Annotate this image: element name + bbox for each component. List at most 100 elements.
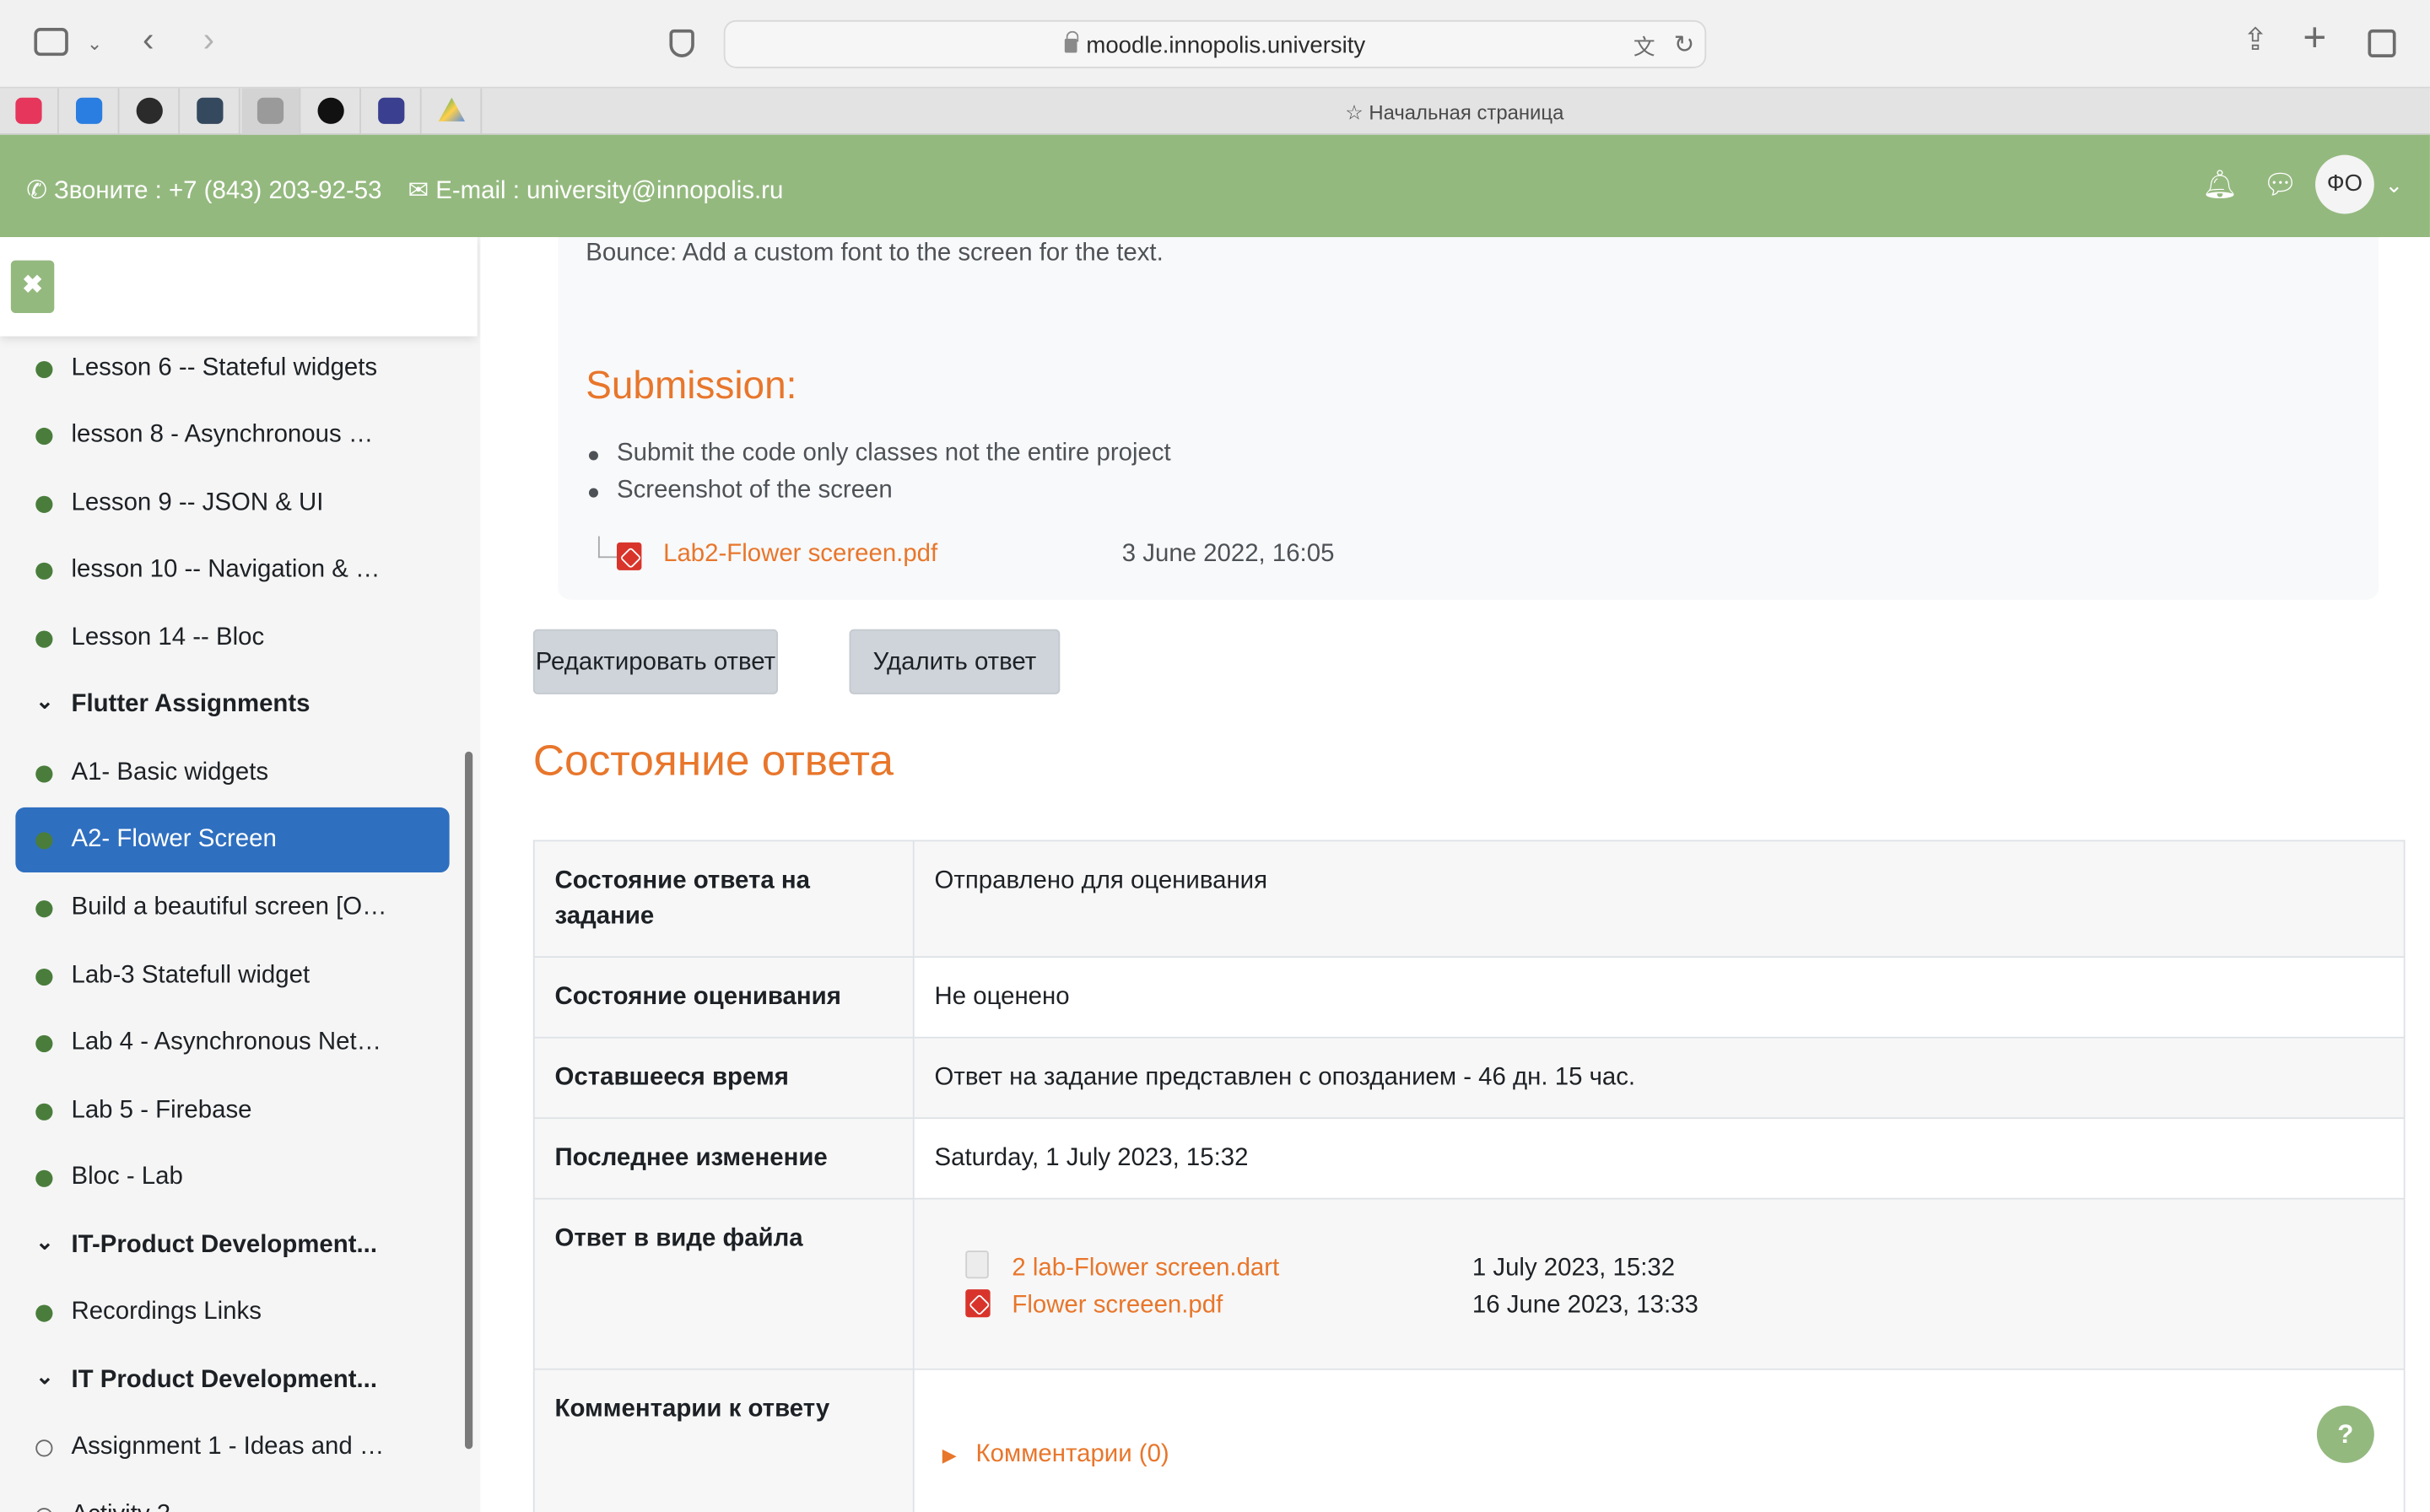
phone-text: Звоните : +7 (843) 203-92-53 xyxy=(54,178,382,205)
submitted-file-link[interactable]: 2 lab-Flower screen.dart xyxy=(1012,1250,1279,1286)
comments-toggle[interactable]: ▶ Комментарии (0) xyxy=(942,1437,1169,1474)
row-value: Ответ на задание представлен с опоздание… xyxy=(912,1036,2406,1120)
tree-connector xyxy=(597,536,618,559)
submission-status-table: Состояние ответа на задание Отправлено д… xyxy=(532,840,2406,1512)
sidebar-item-label: Lab 5 - Firebase xyxy=(71,1097,252,1124)
tab-title: Начальная страница xyxy=(1369,100,1564,124)
sidebar-item-a2[interactable]: A2- Flower Screen xyxy=(15,807,450,873)
sidebar-item-lab-5[interactable]: Lab 5 - Firebase xyxy=(15,1078,449,1143)
table-row: Последнее изменение Saturday, 1 July 202… xyxy=(532,1117,2406,1200)
sidebar-item-label: Assignment 1 - Ideas and … xyxy=(71,1433,385,1461)
help-button[interactable]: ? xyxy=(2316,1405,2374,1463)
remove-submission-button[interactable]: Удалить ответ xyxy=(849,629,1061,694)
site-header: ✆ Звоните : +7 (843) 203-92-53 ✉ E-mail … xyxy=(0,134,2430,238)
forward-icon[interactable]: › xyxy=(203,23,214,57)
sidebar-toggle-icon[interactable] xyxy=(34,28,68,57)
sidebar-item-lesson-9[interactable]: Lesson 9 -- JSON & UI xyxy=(15,471,449,536)
submitted-file-link[interactable]: Flower screeen.pdf xyxy=(1012,1288,1223,1323)
back-icon[interactable]: ‹ xyxy=(143,23,154,57)
submitted-file-date: 16 June 2023, 13:33 xyxy=(1472,1292,1698,1320)
message-icon[interactable]: 💬︎ xyxy=(2263,169,2298,202)
table-row: Ответ в виде файла 2 lab-Flower screen.d… xyxy=(532,1197,2406,1370)
sidebar-item-label: lesson 10 -- Navigation & … xyxy=(71,556,381,583)
translate-icon[interactable]: 文 xyxy=(1634,31,1655,62)
sidebar-item-lesson-10[interactable]: lesson 10 -- Navigation & … xyxy=(15,537,449,602)
sidebar-section-it-product-2[interactable]: ⌄ IT Product Development... xyxy=(15,1348,449,1413)
reload-icon[interactable]: ↻ xyxy=(1674,31,1695,62)
share-icon[interactable]: ⇪ xyxy=(2243,24,2269,56)
pdf-icon xyxy=(617,542,642,570)
address-bar[interactable]: moodle.innopolis.university 文 ↻ xyxy=(723,19,1707,68)
privacy-shield-icon[interactable] xyxy=(669,29,694,57)
close-drawer-button[interactable]: ✖ xyxy=(10,260,55,314)
sidebar-item-lab-3[interactable]: Lab-3 Statefull widget xyxy=(15,944,449,1009)
tab-overview-icon[interactable] xyxy=(2368,29,2396,57)
sidebar-section-flutter-assignments[interactable]: ⌄ Flutter Assignments xyxy=(15,672,449,737)
sidebar-item-assignment-1[interactable]: Assignment 1 - Ideas and … xyxy=(15,1415,449,1480)
chevron-down-icon: ⌄ xyxy=(35,1228,54,1254)
envelope-icon: ✉ xyxy=(408,178,429,205)
table-row: Состояние оценивания Не оценено xyxy=(532,956,2406,1039)
sidebar-item-label: Build a beautiful screen [O… xyxy=(71,894,387,921)
sidebar-item-a1[interactable]: A1- Basic widgets xyxy=(15,741,449,806)
new-tab-icon[interactable]: + xyxy=(2303,17,2326,57)
sidebar-item-label: Activity 2 xyxy=(71,1502,170,1512)
edit-submission-button[interactable]: Редактировать ответ xyxy=(532,629,779,694)
sidebar-item-recordings[interactable]: Recordings Links xyxy=(15,1280,449,1345)
chevron-down-icon[interactable]: ⌄ xyxy=(2385,172,2404,198)
row-value: Отправлено для оценивания xyxy=(912,840,2406,958)
attachment-link[interactable]: Lab2-Flower scereen.pdf xyxy=(663,541,937,569)
moodle-icon xyxy=(256,97,284,124)
comments-link[interactable]: Комментарии (0) xyxy=(976,1441,1169,1467)
row-value: 2 lab-Flower screen.dart 1 July 2023, 15… xyxy=(912,1197,2406,1370)
sidebar-item-lesson-6[interactable]: Lesson 6 -- Stateful widgets xyxy=(15,337,449,402)
main-content: Bounce: Add a custom font to the screen … xyxy=(480,237,2430,1512)
sidebar-item-label: lesson 8 - Asynchronous … xyxy=(71,421,374,448)
active-tab[interactable]: ☆ Начальная страница xyxy=(1345,100,1563,125)
course-index-drawer: ✖ Lesson 6 -- Stateful widgets lesson 8 … xyxy=(0,237,481,1512)
favorite-github[interactable] xyxy=(302,88,361,135)
avatar[interactable]: ФО xyxy=(2315,154,2374,214)
table-row: Состояние ответа на задание Отправлено д… xyxy=(532,840,2406,958)
list-item: Submit the code only classes not the ent… xyxy=(588,440,1171,467)
sidebar-item-label: Bloc - Lab xyxy=(71,1164,183,1191)
table-row: Комментарии к ответу ▶ Комментарии (0) xyxy=(532,1368,2406,1512)
favorite-openai[interactable] xyxy=(121,88,181,135)
row-label: Комментарии к ответу xyxy=(532,1368,915,1512)
browser-toolbar: ⌄ ‹ › moodle.innopolis.university 文 ↻ ⇪ … xyxy=(0,0,2430,89)
favorite-course[interactable] xyxy=(181,88,240,135)
sidebar-item-lab-4[interactable]: Lab 4 - Asynchronous Net… xyxy=(15,1011,449,1076)
sidebar-item-activity-2[interactable]: Activity 2 xyxy=(15,1483,449,1512)
favorite-moodle[interactable] xyxy=(241,88,301,135)
sidebar-item-label: Flutter Assignments xyxy=(71,691,310,718)
sidebar-item-bloc-lab[interactable]: Bloc - Lab xyxy=(15,1145,449,1210)
sidebar-item-label: Lab 4 - Asynchronous Net… xyxy=(71,1029,382,1056)
sidebar-scrollbar[interactable] xyxy=(465,751,473,1450)
complete-dot-icon xyxy=(35,765,53,783)
bell-icon[interactable]: 🔔︎ xyxy=(2202,169,2238,202)
chat-icon xyxy=(75,97,103,124)
incomplete-dot-icon xyxy=(35,1508,53,1512)
favorite-university[interactable] xyxy=(363,88,422,135)
sidebar-item-lesson-8[interactable]: lesson 8 - Asynchronous … xyxy=(15,403,449,468)
university-icon xyxy=(378,97,405,124)
sidebar-section-it-product-1[interactable]: ⌄ IT-Product Development... xyxy=(15,1213,449,1278)
favorite-chat[interactable] xyxy=(61,88,120,135)
complete-dot-icon xyxy=(35,1103,53,1120)
sidebar-item-lesson-14[interactable]: Lesson 14 -- Bloc xyxy=(15,606,449,671)
caret-right-icon: ▶ xyxy=(942,1444,957,1466)
page: ⌄ ‹ › moodle.innopolis.university 文 ↻ ⇪ … xyxy=(0,0,2430,1512)
submission-heading: Submission: xyxy=(586,364,797,408)
chevron-down-icon: ⌄ xyxy=(35,688,54,713)
sidebar-item-build-screen[interactable]: Build a beautiful screen [O… xyxy=(15,876,449,941)
row-label: Состояние ответа на задание xyxy=(532,840,915,958)
sidebar-item-label: IT-Product Development... xyxy=(71,1232,377,1259)
favorite-download[interactable] xyxy=(0,88,59,135)
row-value: Не оценено xyxy=(912,956,2406,1039)
complete-dot-icon xyxy=(35,900,53,918)
sidebar-item-label: Lesson 6 -- Stateful widgets xyxy=(71,354,378,381)
chevron-down-icon[interactable]: ⌄ xyxy=(87,28,102,59)
drawer-header: ✖ xyxy=(0,237,478,337)
favorite-drive[interactable] xyxy=(423,88,483,135)
sidebar-item-label: Lesson 9 -- JSON & UI xyxy=(71,489,324,516)
